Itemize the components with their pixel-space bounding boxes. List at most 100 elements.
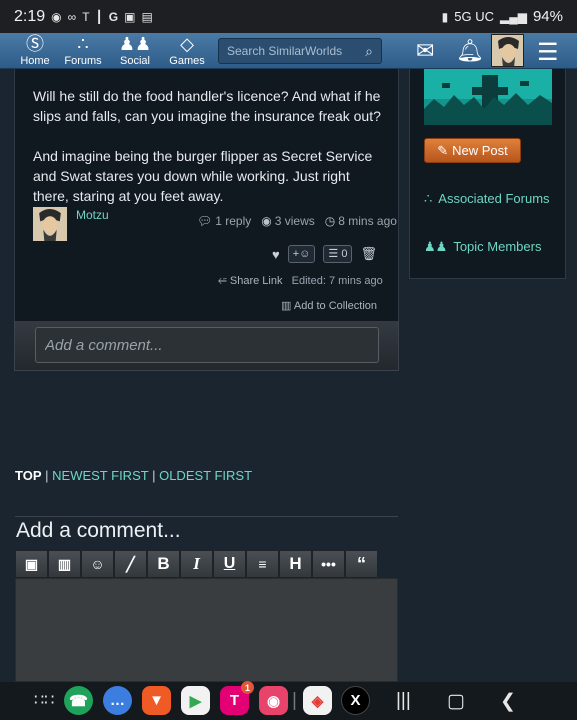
bell-icon[interactable]: 🔔︎ [456,38,484,64]
app-drawer-icon[interactable]: ∷∷ [34,690,54,710]
topic-members-link[interactable]: ♟♟ Topic Members [424,238,541,256]
x-app-icon[interactable]: X [341,686,370,715]
post-paragraph: And imagine being the burger flipper as … [33,148,373,204]
battery-saver-icon: ▮ [441,9,449,24]
clock-icon: ◷ [324,214,336,228]
post-body: Will he still do the food handler's lice… [33,86,383,226]
post-card: Will he still do the food handler's lice… [14,69,399,321]
sort-options: TOP | NEWEST FIRST | OLDEST FIRST [15,468,252,483]
author-name[interactable]: Motzu [76,208,109,222]
heart-icon[interactable]: ♥ [272,247,280,262]
sort-separator: | [45,468,49,483]
new-post-label: New Post [452,143,508,158]
comment-editor[interactable] [15,578,398,682]
add-to-collection[interactable]: ▥ Add to Collection [281,299,377,312]
heading-icon[interactable]: H [279,550,312,578]
italic-icon[interactable]: I [180,550,213,578]
add-to-collection-label: Add to Collection [293,300,378,312]
edited-label: Edited: 7 mins ago [291,275,383,287]
nav-home-label: Home [20,54,50,67]
strikethrough-icon[interactable]: ≡ [246,550,279,578]
post-time: ◷ 8 mins ago [325,214,397,228]
nav-games[interactable]: ◇ Games [161,33,213,69]
location-icon: ◉ [51,9,62,24]
image-icon: ▣ [124,9,136,24]
sort-separator: | [152,468,156,483]
list-icon: ☰ [328,248,339,260]
add-reaction-button[interactable]: +☺ [287,245,316,263]
search-icon[interactable]: ⌕ [365,43,373,60]
t-mobile-app-icon[interactable]: T1 [220,681,254,715]
diamond-icon: ◇ [180,33,194,54]
new-post-button[interactable]: ✎ New Post [424,138,521,163]
status-time: 2:19 [14,7,46,25]
camera-app-icon[interactable]: ◉ [259,686,288,715]
nav-games-label: Games [169,54,205,67]
nav-home[interactable]: Ⓢ Home [13,33,57,69]
recent-apps-icon[interactable]: ||| [396,690,411,712]
nav-social-label: Social [120,54,150,67]
sort-top[interactable]: TOP [15,468,42,483]
user-avatar[interactable] [491,34,524,67]
back-icon[interactable]: ❮ [500,690,516,713]
list-count: 0 [341,248,348,260]
post-meta: 💬︎ 1 reply ◉ 3 views ◷ 8 mins ago [197,214,397,228]
more-icon[interactable]: ••• [312,550,345,578]
divider [15,516,398,517]
underline-icon[interactable]: U [213,550,246,578]
share-link-label: Share Link [229,275,283,287]
associated-forums-link[interactable]: ∴ Associated Forums [424,190,554,208]
share-row: ⭁ Share Link Edited: 7 mins ago [218,275,383,288]
bold-icon[interactable]: B [147,550,180,578]
topic-image[interactable] [424,69,552,125]
t-mobile-icon: T [82,9,90,24]
vibrate-icon: ┃ [95,9,103,24]
search-input[interactable] [227,44,357,58]
emoji-icon[interactable]: ☺ [81,550,114,578]
share-icon: ⭁ [218,275,227,287]
messages-icon[interactable]: … [103,686,132,715]
post-time-label: 8 mins ago [338,214,397,228]
author-avatar[interactable] [33,207,67,241]
nav-forums[interactable]: ∴ Forums [57,33,109,69]
menu-icon[interactable]: ☰ [537,38,559,67]
trash-icon[interactable]: 🗑︎ [360,246,377,262]
maps-icon[interactable]: ◈ [303,686,332,715]
brave-icon[interactable]: ▼ [142,686,171,715]
google-icon: G [108,9,119,24]
forums-icon: ∴ [77,33,89,54]
nav-forums-label: Forums [64,54,102,67]
sort-newest[interactable]: NEWEST FIRST [52,468,148,483]
top-navigation: Ⓢ Home ∴ Forums ♟♟ Social ◇ Games ⌕ ✉ 🔔︎… [0,33,577,69]
list-button[interactable]: ☰ 0 [323,245,353,263]
forums-icon: ∴ [424,191,433,206]
members-icon: ♟♟ [424,239,448,254]
home-logo-icon: Ⓢ [26,33,44,54]
network-label: 5G UC [454,9,494,24]
reply-count[interactable]: 💬︎ 1 reply [197,214,251,228]
nav-social[interactable]: ♟♟ Social [109,33,161,69]
eye-icon: ◉ [261,214,272,228]
topic-sidebar: ✎ New Post ∴ Associated Forums ♟♟ Topic Me… [409,69,566,279]
search-box: ⌕ [218,38,382,64]
post-actions: ♥ +☺ ☰ 0 🗑︎ [272,245,377,263]
social-icon: ♟♟ [118,33,152,54]
share-link[interactable]: ⭁ Share Link [218,275,282,287]
brush-icon[interactable]: ╱ [114,550,147,578]
reply-count-label: 1 reply [215,214,252,228]
quote-icon[interactable]: “ [345,550,378,578]
notification-badge: 1 [241,681,254,694]
mail-icon[interactable]: ✉ [416,38,434,64]
dock-divider: | [292,690,297,711]
home-button-icon[interactable]: ▢ [447,690,465,713]
topic-members-label: Topic Members [453,239,542,254]
image-icon[interactable]: ▣ [15,550,48,578]
sort-oldest[interactable]: OLDEST FIRST [159,468,252,483]
associated-forums-label: Associated Forums [438,191,550,206]
speech-bubble-icon: 💬︎ [197,214,213,228]
video-icon[interactable]: ▥ [48,550,81,578]
comment-input[interactable] [35,327,379,363]
view-count: ◉ 3 views [261,214,315,228]
phone-icon[interactable]: ☎ [64,686,93,715]
play-store-icon[interactable]: ▶ [181,686,210,715]
